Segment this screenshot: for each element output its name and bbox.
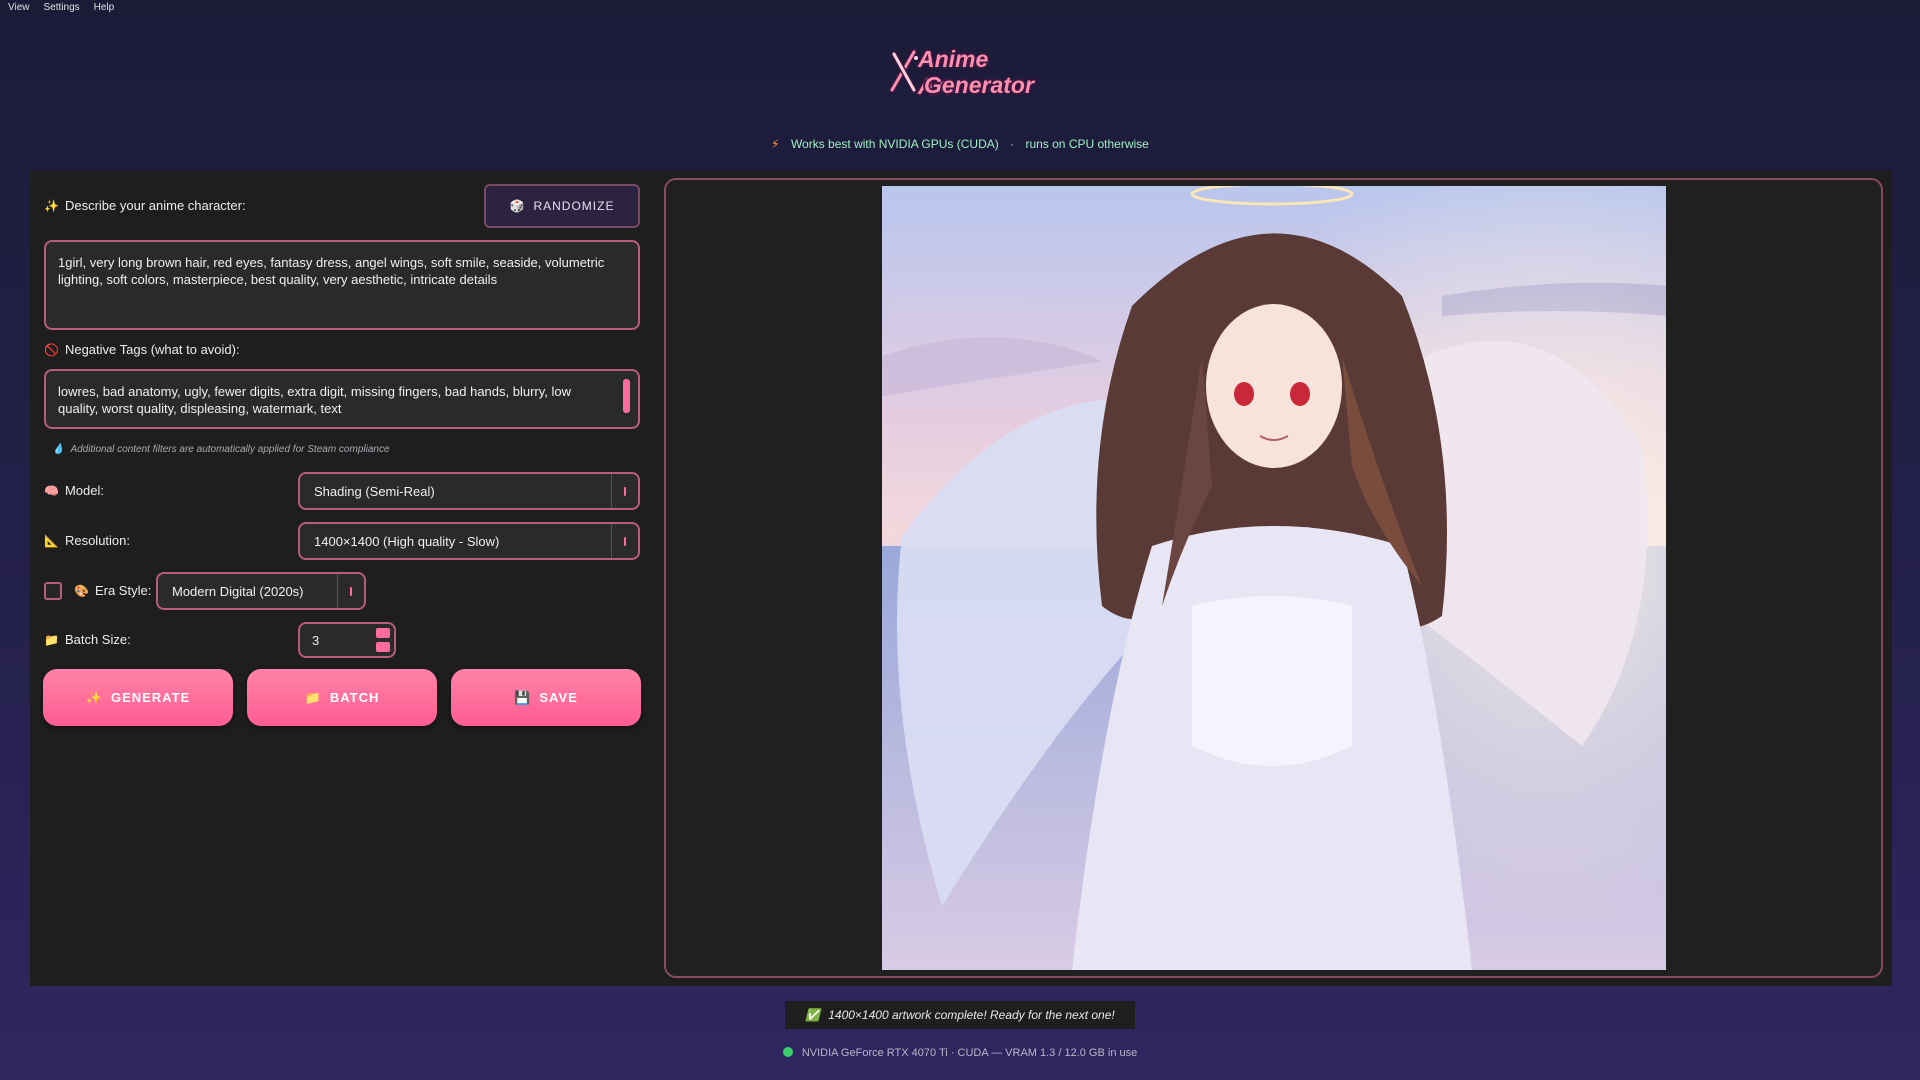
batch-button[interactable]: 📁 BATCH xyxy=(247,669,437,726)
gpu-info-text: NVIDIA GeForce RTX 4070 Ti · CUDA — VRAM… xyxy=(801,1047,1138,1059)
menu-help[interactable]: Help xyxy=(94,0,115,16)
dice-icon: 🎲 xyxy=(509,199,526,213)
randomize-label: RANDOMIZE xyxy=(533,199,615,213)
era-selected: Modern Digital (2020s) xyxy=(172,583,304,599)
folder-icon: 📁 xyxy=(44,632,59,647)
lightning-icon: ⚡ xyxy=(771,137,780,151)
palette-icon: 🎨 xyxy=(74,583,89,598)
negative-input-value: lowres, bad anatomy, ugly, fewer digits,… xyxy=(58,384,572,416)
menu-settings[interactable]: Settings xyxy=(44,0,80,16)
gpu-info: NVIDIA GeForce RTX 4070 Ti · CUDA — VRAM… xyxy=(0,1047,1920,1059)
model-select[interactable]: Shading (Semi-Real) xyxy=(298,472,640,510)
batch-size-stepper[interactable]: 3 xyxy=(298,622,396,658)
negative-scrollbar[interactable] xyxy=(623,379,630,413)
generated-artwork-image xyxy=(882,186,1666,970)
negative-input[interactable]: lowres, bad anatomy, ugly, fewer digits,… xyxy=(44,369,640,429)
model-dropdown-arrow[interactable] xyxy=(611,474,638,508)
droplet-icon: 💧 xyxy=(52,444,65,455)
brain-icon: 🧠 xyxy=(44,483,59,498)
batch-label: BATCH xyxy=(329,690,380,705)
prompt-label-text: Describe your anime character: xyxy=(64,198,246,213)
batch-size-label-text: Batch Size: xyxy=(64,632,131,647)
folder-icon: 📁 xyxy=(304,689,322,705)
era-label-text: Era Style: xyxy=(94,583,152,598)
resolution-select[interactable]: 1400×1400 (High quality - Slow) xyxy=(298,522,640,560)
filter-note: 💧 Additional content filters are automat… xyxy=(52,444,390,455)
model-label-text: Model: xyxy=(64,483,104,498)
batch-size-label: 📁 Batch Size: xyxy=(44,632,131,647)
gpu-banner-text: Works best with NVIDIA GPUs (CUDA) xyxy=(790,137,999,151)
menu-view[interactable]: View xyxy=(8,0,30,16)
negative-label: 🚫 Negative Tags (what to avoid): xyxy=(44,342,240,357)
gpu-banner-separator: · xyxy=(1010,137,1015,151)
status-text: 1400×1400 artwork complete! Ready for th… xyxy=(828,1008,1115,1022)
app-logo: Anime Art Generator xyxy=(886,40,1034,106)
save-button[interactable]: 💾 SAVE xyxy=(451,669,641,726)
check-icon: ✅ xyxy=(805,1008,821,1022)
randomize-button[interactable]: 🎲 RANDOMIZE xyxy=(484,184,640,228)
floppy-icon: 💾 xyxy=(514,689,532,705)
prompt-label: ✨ Describe your anime character: xyxy=(44,198,246,213)
negative-label-text: Negative Tags (what to avoid): xyxy=(64,342,240,357)
resolution-label: 📐 Resolution: xyxy=(44,533,130,548)
sparkles-icon: ✨ xyxy=(85,689,103,705)
gpu-banner: ⚡ Works best with NVIDIA GPUs (CUDA) · r… xyxy=(0,137,1920,151)
model-label: 🧠 Model: xyxy=(44,483,104,498)
stepper-down-button[interactable] xyxy=(376,642,390,652)
model-selected: Shading (Semi-Real) xyxy=(314,483,435,499)
era-dropdown-arrow[interactable] xyxy=(337,574,364,608)
generate-button[interactable]: ✨ GENERATE xyxy=(43,669,233,726)
resolution-dropdown-arrow[interactable] xyxy=(611,524,638,558)
prohibited-icon: 🚫 xyxy=(44,342,59,357)
prompt-input[interactable]: 1girl, very long brown hair, red eyes, f… xyxy=(44,240,640,330)
generate-label: GENERATE xyxy=(110,690,191,705)
gpu-banner-fallback: runs on CPU otherwise xyxy=(1025,137,1149,151)
logo-title-line2: Generator xyxy=(924,72,1034,98)
ruler-icon: 📐 xyxy=(44,533,59,548)
status-message: ✅ 1400×1400 artwork complete! Ready for … xyxy=(785,1001,1135,1029)
stepper-up-button[interactable] xyxy=(376,628,390,638)
menu-bar: View Settings Help xyxy=(0,0,114,16)
era-style-checkbox[interactable] xyxy=(44,582,62,600)
brush-pencil-icon xyxy=(889,49,918,93)
save-label: SAVE xyxy=(539,690,578,705)
filter-note-text: Additional content filters are automatic… xyxy=(70,444,390,455)
resolution-selected: 1400×1400 (High quality - Slow) xyxy=(314,533,500,549)
green-dot-icon xyxy=(782,1047,793,1057)
era-select[interactable]: Modern Digital (2020s) xyxy=(156,572,366,610)
prompt-input-value: 1girl, very long brown hair, red eyes, f… xyxy=(58,255,605,287)
batch-size-value: 3 xyxy=(312,632,320,648)
resolution-label-text: Resolution: xyxy=(64,533,130,548)
era-label: 🎨 Era Style: xyxy=(74,583,151,598)
sparkles-icon: ✨ xyxy=(44,198,59,213)
